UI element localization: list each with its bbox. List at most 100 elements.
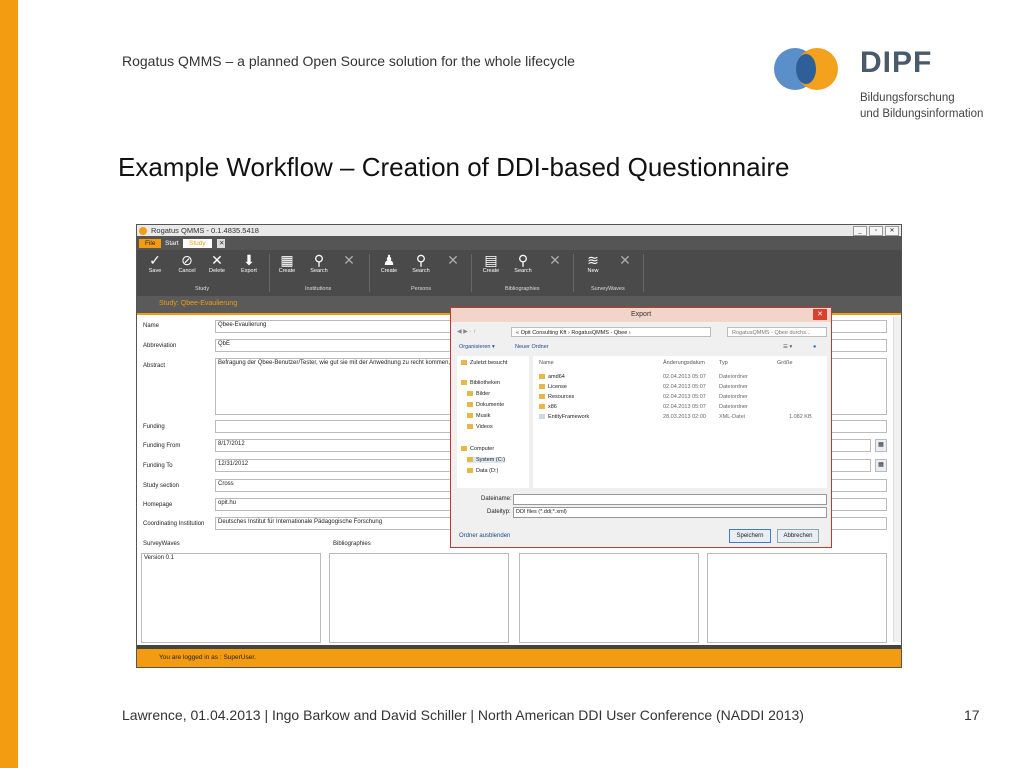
nav-item-music[interactable]: Musik	[467, 413, 490, 419]
nav-item-videos[interactable]: Videos	[467, 424, 493, 430]
nav-item-data-drive[interactable]: Data (D:)	[467, 468, 498, 474]
calendar-icon[interactable]: ▦	[875, 459, 887, 472]
file-row[interactable]: EntityFramework	[539, 414, 589, 420]
nav-item-documents[interactable]: Dokumente	[467, 402, 504, 408]
tab-close-icon[interactable]: ✕	[217, 239, 225, 248]
save-dialog-button[interactable]: Speichern	[729, 529, 771, 543]
funding-label: Funding	[143, 424, 165, 430]
abbreviation-label: Abbreviation	[143, 343, 177, 349]
organize-menu[interactable]: Organisieren ▾	[459, 344, 495, 350]
nav-item-system-drive[interactable]: System (C:)	[467, 457, 506, 463]
institution-remove-button[interactable]: ✕	[335, 252, 363, 280]
calendar-icon[interactable]: ▦	[875, 439, 887, 452]
file-row[interactable]: x86	[539, 404, 557, 410]
filetype-label: Dateityp:	[487, 509, 511, 515]
homepage-label: Homepage	[143, 502, 173, 508]
drive-icon	[467, 457, 473, 463]
help-icon[interactable]: ●	[813, 344, 816, 350]
ribbon-group-surveywaves: SurveyWaves	[591, 286, 625, 292]
delete-button[interactable]: ✕ Delete	[203, 252, 231, 280]
maximize-button[interactable]: ▫	[869, 226, 883, 236]
logo-subtitle-1: Bildungsforschung	[860, 92, 955, 104]
save-button[interactable]: ✓ Save	[141, 252, 169, 280]
file-row[interactable]: License	[539, 384, 567, 390]
dialog-close-button[interactable]: ✕	[813, 309, 827, 320]
persons-list[interactable]	[519, 553, 699, 643]
remove-icon: ✕	[447, 252, 459, 268]
ribbon-separator	[369, 254, 370, 292]
search-icon: ⚲	[313, 252, 325, 268]
slide-header: Rogatus QMMS – a planned Open Source sol…	[122, 53, 575, 69]
ribbon-tabs: File Start Study ✕	[137, 236, 901, 250]
cancel-button[interactable]: ⊘ Cancel	[173, 252, 201, 280]
logo-name: DIPF	[860, 46, 933, 79]
ribbon-separator	[471, 254, 472, 292]
institution-icon: ▦	[280, 252, 294, 268]
navigation-pane: Zuletzt besucht Bibliotheken Bilder Doku…	[457, 356, 529, 488]
dialog-toolbar: Organisieren ▾ Neuer Ordner ☰ ▾ ●	[451, 342, 831, 354]
close-window-button[interactable]: ✕	[885, 226, 899, 236]
column-size[interactable]: Größe	[777, 360, 793, 366]
column-name[interactable]: Name	[539, 360, 554, 366]
filetype-select[interactable]: DDI files (*.ddi;*.xml)	[513, 507, 827, 518]
bibliography-remove-button[interactable]: ✕	[541, 252, 569, 280]
tab-start[interactable]: Start	[159, 239, 185, 248]
study-header-title: Study: Qbee-Evaulierung	[159, 300, 238, 307]
address-bar[interactable]: « Opit Consulting Kft › RogatusQMMS - Qb…	[511, 327, 711, 337]
cancel-dialog-button[interactable]: Abbrechen	[777, 529, 819, 543]
nav-item-computer[interactable]: Computer	[461, 446, 494, 452]
person-create-button[interactable]: ♟ Create	[375, 252, 403, 280]
surveywave-new-button[interactable]: ≋ New	[579, 252, 607, 280]
logo-subtitle-2: und Bildungsinformation	[860, 108, 984, 120]
nav-arrows-icon[interactable]: ◀ ▶ · ↑	[457, 328, 476, 335]
slide-footer: Lawrence, 01.04.2013 | Ingo Barkow and D…	[122, 707, 804, 723]
folder-icon	[539, 374, 545, 380]
surveywaves-list[interactable]: Version 0.1	[141, 553, 321, 643]
file-list: Name Änderungsdatum Typ Größe amd64 02.0…	[533, 356, 827, 488]
bibliography-icon: ▤	[484, 252, 498, 268]
nav-item-libraries[interactable]: Bibliotheken	[461, 380, 500, 386]
slide-title: Example Workflow – Creation of DDI-based…	[118, 152, 790, 182]
institution-search-button[interactable]: ⚲ Search	[305, 252, 333, 280]
tab-study[interactable]: Study	[183, 239, 212, 248]
coordinating-institution-label: Coordinating Institution	[143, 521, 205, 527]
hide-folders-toggle[interactable]: Ordner ausblenden	[459, 533, 510, 539]
nav-item-recent[interactable]: Zuletzt besucht	[461, 360, 507, 366]
dialog-titlebar: Export ✕	[451, 308, 831, 322]
dipf-logo: DIPF Bildungsforschung und Bildungsinfor…	[770, 44, 1000, 124]
surveywave-remove-button[interactable]: ✕	[611, 252, 639, 280]
funding-from-label: Funding From	[143, 443, 181, 449]
name-label: Name	[143, 323, 160, 329]
search-input[interactable]: RogatusQMMS - Qbee durchs...	[727, 327, 827, 337]
person-search-button[interactable]: ⚲ Search	[407, 252, 435, 280]
institution-create-button[interactable]: ▦ Create	[273, 252, 301, 280]
bibliographies-label: Bibliographies	[333, 541, 371, 547]
institutions-list[interactable]	[707, 553, 887, 643]
column-date[interactable]: Änderungsdatum	[663, 360, 705, 366]
file-row[interactable]: amd64	[539, 374, 565, 380]
new-folder-button[interactable]: Neuer Ordner	[515, 344, 549, 350]
form-scrollbar[interactable]	[893, 317, 901, 642]
bibliography-create-button[interactable]: ▤ Create	[477, 252, 505, 280]
drive-icon	[467, 468, 473, 474]
bibliography-search-button[interactable]: ⚲ Search	[509, 252, 537, 280]
export-button[interactable]: ⬇ Export	[235, 252, 263, 280]
list-item[interactable]: Version 0.1	[144, 555, 318, 561]
cancel-icon: ⊘	[181, 252, 193, 268]
dialog-title: Export	[631, 311, 652, 318]
person-remove-button[interactable]: ✕	[439, 252, 467, 280]
minimize-button[interactable]: _	[853, 226, 867, 236]
bibliographies-list[interactable]	[329, 553, 509, 643]
folder-icon	[467, 413, 473, 419]
surveywave-icon: ≋	[587, 252, 599, 268]
file-row[interactable]: Resources	[539, 394, 574, 400]
column-type[interactable]: Typ	[719, 360, 728, 366]
app-titlebar: Rogatus QMMS - 0.1.4835.5418 _ ▫ ✕	[137, 225, 901, 236]
folder-icon	[467, 424, 473, 430]
filename-input[interactable]	[513, 494, 827, 505]
view-options-icon[interactable]: ☰ ▾	[783, 344, 792, 350]
status-bar: You are logged in as : SuperUser.	[137, 645, 901, 667]
study-section-label: Study section	[143, 483, 180, 489]
folder-icon	[539, 384, 545, 390]
nav-item-pictures[interactable]: Bilder	[467, 391, 490, 397]
